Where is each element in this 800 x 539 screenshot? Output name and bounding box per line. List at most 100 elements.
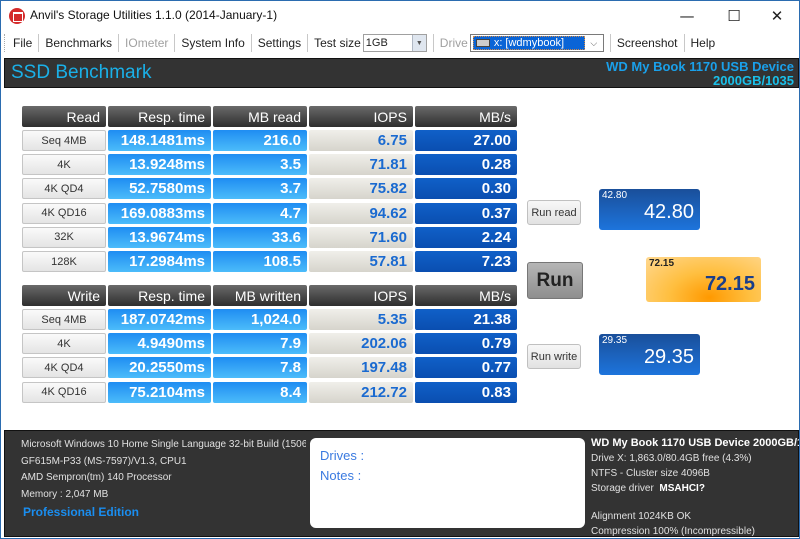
maximize-button[interactable]: ☐ (711, 1, 757, 31)
drive-select[interactable]: x: [wdmybook] ⌵ (469, 34, 604, 52)
benchmark-header: SSD Benchmark WD My Book 1170 USB Device… (4, 58, 799, 88)
run-write-button[interactable]: Run write (527, 344, 581, 369)
read-iops-cell: 57.81 (309, 251, 413, 272)
test-size-value: 1GB (365, 37, 388, 49)
dropdown-arrow-icon[interactable]: ▼ (411, 35, 426, 51)
write-test-button[interactable]: 4K QD4 (22, 357, 106, 379)
write-iops-cell: 202.06 (309, 333, 413, 355)
read-mbs-cell: 0.30 (415, 178, 517, 200)
drive-info-alignment: Alignment 1024KB OK (591, 511, 692, 522)
menu-screenshot[interactable]: Screenshot (609, 34, 685, 52)
read-test-button[interactable]: Seq 4MB (22, 130, 106, 151)
menu-help[interactable]: Help (685, 34, 718, 52)
write-resp-time-cell: 20.2550ms (108, 357, 211, 379)
write-resp-time-cell: 75.2104ms (108, 381, 211, 403)
drives-label: Drives : (320, 448, 365, 463)
drive-info: WD My Book 1170 USB Device 2000GB/1035 D… (591, 436, 799, 539)
test-size-select[interactable]: 1GB ▼ (362, 34, 427, 52)
write-mbs-cell: 0.83 (415, 381, 517, 403)
read-test-button[interactable]: 128K (22, 251, 106, 272)
close-button[interactable]: ✕ (754, 1, 800, 31)
read-header-mbs: MB/s (415, 106, 517, 127)
board-info: GF615M-P33 (MS-7597)/V1.3, CPU1 (21, 455, 187, 467)
write-mbs-cell: 0.79 (415, 333, 517, 355)
read-mb-cell: 108.5 (213, 251, 307, 272)
read-header-iops: IOPS (309, 106, 413, 127)
read-header-resp-time: Resp. time (108, 106, 211, 127)
read-header-mb: MB read (213, 106, 307, 127)
read-resp-time-cell: 52.7580ms (108, 178, 211, 200)
write-header-test: Write (22, 285, 106, 306)
write-mb-cell: 7.9 (213, 333, 307, 355)
menu-settings[interactable]: Settings (252, 34, 309, 52)
title-bar: Anvil's Storage Utilities 1.1.0 (2014-Ja… (1, 1, 799, 31)
write-mb-cell: 7.8 (213, 357, 307, 379)
read-test-button[interactable]: 4K QD16 (22, 202, 106, 224)
read-iops-cell: 6.75 (309, 130, 413, 151)
read-mbs-cell: 7.23 (415, 251, 517, 272)
read-iops-cell: 71.60 (309, 226, 413, 248)
read-iops-cell: 94.62 (309, 202, 413, 224)
memory-info: Memory : 2,047 MB (21, 488, 109, 500)
menu-iometer[interactable]: IOmeter (119, 34, 176, 52)
total-score-small: 72.15 (649, 258, 675, 269)
page-title: SSD Benchmark (11, 62, 152, 83)
read-mb-cell: 216.0 (213, 130, 307, 151)
write-score-value: 29.35 (643, 346, 694, 368)
total-score: 72.15 72.15 (646, 257, 761, 302)
read-test-button[interactable]: 4K QD4 (22, 178, 106, 200)
read-test-button[interactable]: 4K (22, 154, 106, 176)
read-mbs-cell: 2.24 (415, 226, 517, 248)
write-mb-cell: 8.4 (213, 381, 307, 403)
notes-box[interactable]: Drives : Notes : (310, 438, 585, 528)
drive-info-name: WD My Book 1170 USB Device 2000GB/1035 (591, 437, 799, 449)
notes-label: Notes : (320, 468, 362, 483)
total-score-value: 72.15 (704, 273, 755, 295)
chevron-down-icon[interactable]: ⌵ (585, 38, 603, 49)
drive-value: x: [wdmybook] (493, 37, 565, 49)
device-capacity: 2000GB/1035 (713, 73, 794, 88)
write-iops-cell: 212.72 (309, 381, 413, 403)
write-header-mbs: MB/s (415, 285, 517, 306)
write-iops-cell: 197.48 (309, 357, 413, 379)
write-resp-time-cell: 4.9490ms (108, 333, 211, 355)
menu-file[interactable]: File (7, 34, 40, 52)
edition-label: Professional Edition (23, 505, 140, 519)
read-mbs-cell: 27.00 (415, 130, 517, 151)
write-test-button[interactable]: 4K (22, 333, 106, 355)
drive-info-driver: Storage driver MSAHCI? (591, 481, 799, 496)
info-footer: Microsoft Windows 10 Home Single Languag… (4, 430, 799, 537)
drive-selected: x: [wdmybook] (472, 36, 585, 50)
write-score: 29.35 29.35 (599, 334, 700, 375)
write-test-button[interactable]: 4K QD16 (22, 381, 106, 403)
drive-info-fs: NTFS - Cluster size 4096B (591, 468, 710, 479)
cpu-info: AMD Sempron(tm) 140 Processor (21, 472, 172, 483)
menu-bar: File Benchmarks IOmeter System Info Sett… (1, 31, 799, 55)
read-resp-time-cell: 13.9674ms (108, 226, 211, 248)
read-resp-time-cell: 148.1481ms (108, 130, 211, 151)
menu-benchmarks[interactable]: Benchmarks (39, 34, 120, 52)
drive-info-free: Drive X: 1,863.0/80.4GB free (4.3%) (591, 453, 752, 464)
app-logo-icon (9, 8, 25, 24)
read-iops-cell: 75.82 (309, 178, 413, 200)
run-button[interactable]: Run (527, 262, 583, 299)
drive-icon (475, 39, 490, 47)
write-test-button[interactable]: Seq 4MB (22, 309, 106, 330)
read-iops-cell: 71.81 (309, 154, 413, 176)
app-window: Anvil's Storage Utilities 1.1.0 (2014-Ja… (0, 0, 800, 539)
read-mb-cell: 3.7 (213, 178, 307, 200)
write-mbs-cell: 0.77 (415, 357, 517, 379)
read-mb-cell: 4.7 (213, 202, 307, 224)
window-title: Anvil's Storage Utilities 1.1.0 (2014-Ja… (30, 8, 278, 22)
read-score-small: 42.80 (602, 190, 628, 201)
read-test-button[interactable]: 32K (22, 226, 106, 248)
test-size-label: Test size (314, 36, 361, 50)
menu-system-info[interactable]: System Info (175, 34, 252, 52)
write-header-mb: MB written (213, 285, 307, 306)
run-read-button[interactable]: Run read (527, 200, 581, 225)
minimize-button[interactable]: — (664, 1, 710, 31)
read-score: 42.80 42.80 (599, 189, 700, 230)
read-resp-time-cell: 13.9248ms (108, 154, 211, 176)
drive-label: Drive (432, 34, 470, 52)
os-info: Microsoft Windows 10 Home Single Languag… (21, 439, 306, 450)
